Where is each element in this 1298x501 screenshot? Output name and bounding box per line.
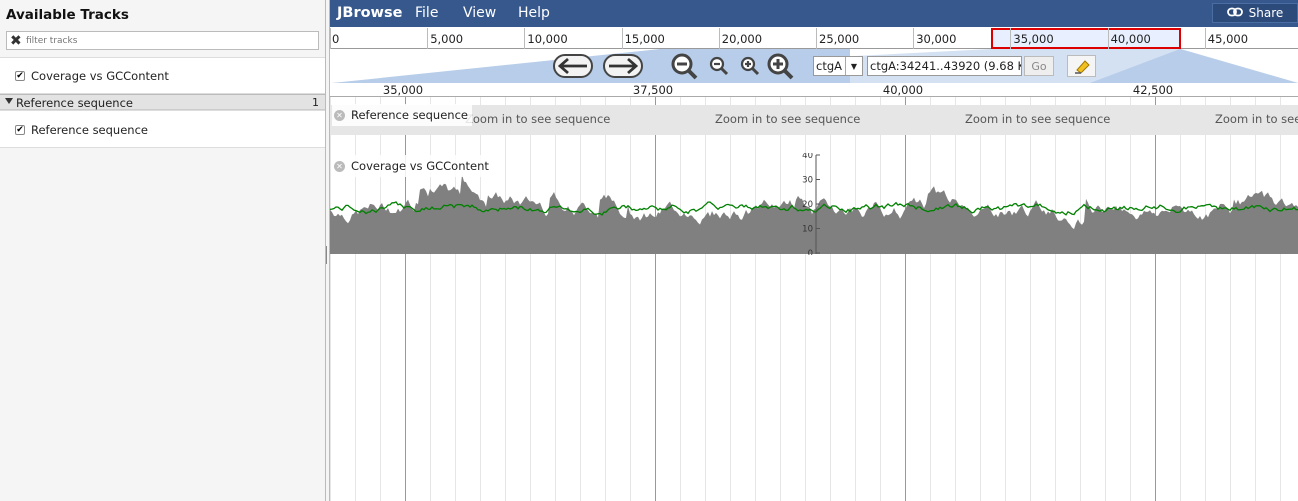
menu-bar: JBrowse File View Help Share: [330, 0, 1298, 27]
coverage-area: [330, 174, 1298, 254]
zoom-in-message: Zoom in to see sequence: [715, 112, 861, 126]
app-brand[interactable]: JBrowse: [337, 5, 402, 21]
overview-tick-label: 40,000: [1110, 32, 1151, 46]
overview-tick-label: 0: [332, 32, 340, 46]
track-checkbox[interactable]: ✔: [15, 71, 25, 81]
location-input[interactable]: ctgA:34241..43920 (9.68 Kb): [867, 56, 1022, 76]
navigation-bar: ctgA ▼ ctgA:34241..43920 (9.68 Kb) Go: [330, 49, 1298, 83]
filter-tracks-input[interactable]: [26, 33, 316, 48]
close-track-icon[interactable]: ✕: [334, 160, 345, 172]
overview-tick-line: [1010, 28, 1012, 49]
go-button[interactable]: Go: [1024, 56, 1054, 76]
filter-tracks-field[interactable]: ✖: [6, 31, 319, 50]
uncategorized-track-group: ✔ Coverage vs GCContent: [0, 57, 325, 94]
track-item-label: Reference sequence: [31, 123, 148, 137]
y-axis-tick-label: 10: [802, 225, 813, 235]
ruler-tick-label: 40,000: [882, 83, 924, 97]
track-selector-panel: Available Tracks ✖ ✔ Coverage vs GCConte…: [0, 0, 326, 501]
collapse-triangle-icon[interactable]: [5, 98, 13, 104]
pan-left-button[interactable]: [553, 54, 593, 78]
overview-scale[interactable]: 0 5,000 10,000 15,000 20,000 25,000 30,000 35,0…: [330, 28, 1298, 49]
share-label: Share: [1248, 6, 1284, 20]
overview-tick-label: 25,000: [819, 32, 860, 46]
highlight-button[interactable]: [1067, 55, 1096, 77]
zoom-in-message: Zoom in to see sequence: [965, 112, 1111, 126]
overview-tick-line: [718, 28, 720, 49]
overview-tick-label: 20,000: [721, 32, 763, 46]
track-item-reference[interactable]: ✔ Reference sequence: [15, 122, 148, 138]
overview-tick-line: [524, 28, 526, 49]
overview-tick-line: [427, 28, 429, 49]
ruler-tick-label: 42,500: [1132, 83, 1174, 97]
y-axis-tick-label: 20: [802, 200, 813, 210]
overview-tick-line: [1107, 28, 1109, 49]
y-axis-tick-label: 0: [808, 249, 813, 255]
menu-file[interactable]: File: [415, 5, 438, 21]
category-header-reference[interactable]: Reference sequence 1: [0, 94, 325, 110]
share-button[interactable]: Share: [1212, 3, 1298, 23]
pan-right-button[interactable]: [603, 54, 643, 78]
panel-title: Available Tracks: [6, 7, 129, 23]
track-item-label: Coverage vs GCContent: [31, 69, 169, 83]
menu-view[interactable]: View: [463, 5, 496, 21]
zoom-out-icon[interactable]: [708, 56, 730, 78]
reference-track-group: ✔ Reference sequence: [0, 110, 325, 148]
highlighter-icon: [1074, 60, 1090, 74]
overview-tick-label: 30,000: [916, 32, 957, 46]
overview-tick-label: 15,000: [624, 32, 665, 46]
splitter-grip[interactable]: [326, 246, 328, 264]
track-label-coverage[interactable]: ✕ Coverage vs GCContent: [332, 155, 493, 177]
overview-tick-line: [1204, 28, 1206, 49]
link-icon: [1226, 6, 1243, 20]
arrow-right-icon: [609, 57, 639, 75]
y-axis-tick-label: 30: [802, 176, 813, 186]
zoom-in-big-icon[interactable]: [765, 52, 795, 82]
track-area[interactable]: Zoom in to see sequence Zoom in to see se…: [330, 97, 1298, 501]
overview-tick-line: [621, 28, 623, 49]
track-label-text: Coverage vs GCContent: [351, 159, 489, 173]
overview-tick-line: [330, 28, 331, 49]
detail-scale[interactable]: 35,000 37,500 40,000 42,500: [330, 83, 1298, 97]
selected-reference: ctgA: [816, 59, 842, 73]
track-checkbox[interactable]: ✔: [15, 125, 25, 135]
reference-sequence-track: Zoom in to see sequence Zoom in to see se…: [330, 105, 1298, 135]
reference-sequence-select[interactable]: ctgA ▼: [813, 56, 863, 76]
overview-tick-label: 5,000: [430, 32, 464, 46]
menu-help[interactable]: Help: [518, 5, 550, 21]
y-axis-tick-label: 40: [802, 153, 813, 161]
overview-tick-label: 45,000: [1207, 32, 1249, 46]
track-item-coverage[interactable]: ✔ Coverage vs GCContent: [15, 68, 169, 84]
zoom-in-message: Zoom in to see sequence: [1215, 112, 1298, 126]
track-label-text: Reference sequence: [351, 108, 468, 122]
clear-filter-icon[interactable]: ✖: [10, 32, 22, 50]
overview-tick-label: 10,000: [527, 32, 568, 46]
arrow-left-icon: [557, 57, 587, 75]
close-track-icon[interactable]: ✕: [334, 109, 345, 121]
track-label-reference[interactable]: ✕ Reference sequence: [332, 104, 472, 126]
ruler-tick-label: 35,000: [382, 83, 424, 97]
overview-tick-label: 35,000: [1013, 32, 1054, 46]
zoom-in-icon[interactable]: [739, 56, 761, 78]
overview-tick-line: [816, 28, 817, 49]
ruler-tick-label: 37,500: [632, 83, 674, 97]
chevron-down-icon[interactable]: ▼: [845, 57, 862, 75]
zoom-in-message: Zoom in to see sequence: [465, 112, 611, 126]
category-label: Reference sequence: [16, 96, 133, 110]
category-count: 1: [312, 96, 319, 109]
overview-tick-line: [913, 28, 915, 49]
zoom-out-big-icon[interactable]: [669, 52, 699, 82]
